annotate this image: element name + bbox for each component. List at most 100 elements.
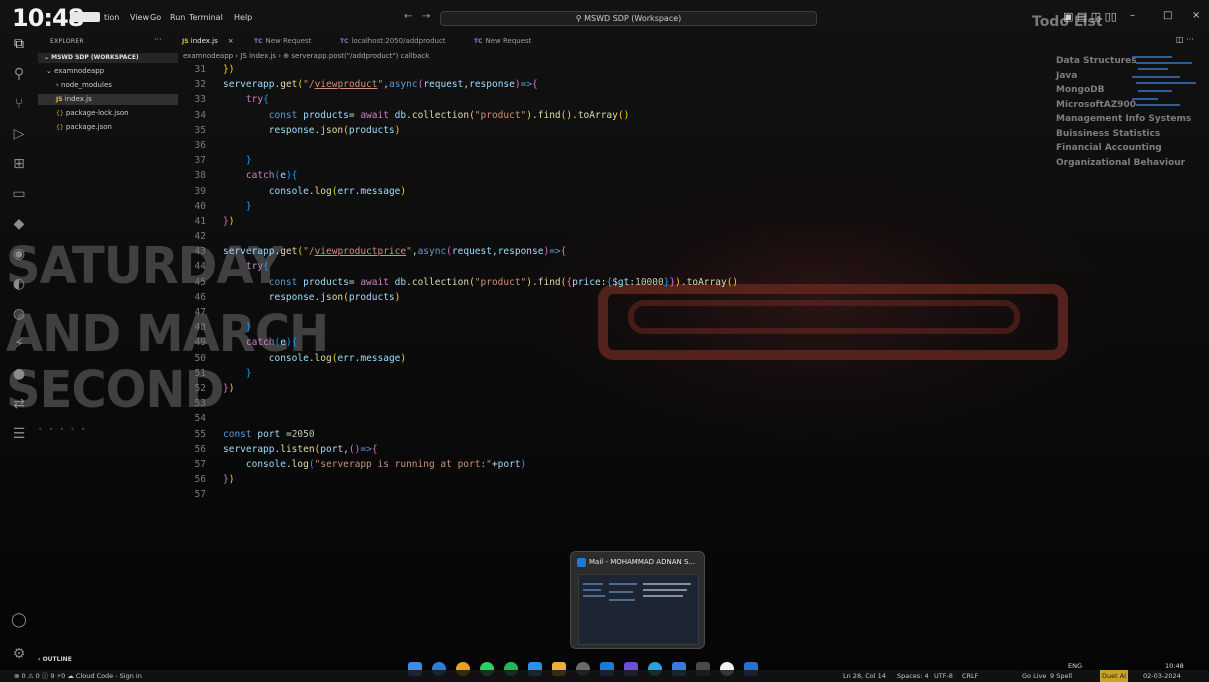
extensions-icon[interactable]: ⊞ bbox=[11, 156, 27, 172]
line-number: 45 bbox=[194, 276, 206, 288]
todo-item[interactable]: Organizational Behaviour bbox=[1056, 156, 1191, 171]
code-line: 56}) bbox=[180, 472, 1060, 487]
back-arrow-icon[interactable]: ← bbox=[404, 11, 412, 22]
line-number: 57 bbox=[194, 489, 206, 501]
line-number: 31 bbox=[194, 64, 206, 75]
forward-arrow-icon[interactable]: → bbox=[422, 11, 430, 22]
tab-new-request-2[interactable]: TC New Request bbox=[474, 33, 531, 49]
tree-item-package-lock[interactable]: {} package-lock.json bbox=[56, 108, 178, 119]
code-line: 46 response.json(products) bbox=[180, 290, 1060, 305]
layout-icons[interactable]: ▣ ▤ ◫ ▯▯ bbox=[1063, 10, 1117, 23]
tab-new-request[interactable]: TC New Request bbox=[254, 33, 311, 49]
status-cursor-position[interactable]: Ln 28, Col 14 bbox=[843, 670, 886, 682]
clock-toggle-icon bbox=[70, 12, 100, 22]
tree-item-package-json[interactable]: {} package.json bbox=[56, 122, 178, 133]
tree-item-node-modules[interactable]: › node_modules bbox=[56, 80, 178, 91]
search-icon[interactable]: ⚲ bbox=[11, 66, 27, 82]
mongodb-icon[interactable]: ◐ bbox=[11, 276, 27, 292]
menu-terminal[interactable]: Terminal bbox=[189, 13, 223, 22]
status-indentation[interactable]: Spaces: 4 bbox=[897, 670, 929, 682]
code-line: 34 const products= await db.collection("… bbox=[180, 108, 1060, 123]
status-eol[interactable]: CRLF bbox=[962, 670, 978, 682]
tree-item-index-js[interactable]: JS index.js bbox=[38, 94, 178, 105]
language-indicator[interactable]: ENG bbox=[1068, 660, 1082, 672]
code-line: 55 const port =2050 bbox=[180, 427, 1060, 442]
tab-label: New Request bbox=[485, 37, 532, 45]
tree-item-label: examnodeapp bbox=[54, 67, 105, 75]
source-control-icon[interactable]: ⑂ bbox=[11, 96, 27, 112]
cloud-code-icon[interactable]: ◉ bbox=[11, 246, 27, 262]
gitlens-icon[interactable]: ◍ bbox=[11, 306, 27, 322]
line-number: 33 bbox=[194, 94, 206, 106]
github-icon[interactable]: ● bbox=[11, 366, 27, 382]
line-number: 56 bbox=[194, 443, 206, 455]
tree-item-label: index.js bbox=[64, 95, 92, 103]
tab-close-icon[interactable]: × bbox=[228, 37, 234, 45]
todo-item[interactable]: Financial Accounting bbox=[1056, 141, 1191, 156]
menu-go[interactable]: Go bbox=[150, 13, 161, 22]
outline-section[interactable]: › OUTLINE bbox=[38, 656, 178, 663]
tab-index-js[interactable]: JS index.js × bbox=[182, 33, 234, 49]
line-number: 38 bbox=[194, 170, 206, 182]
code-line: 47 bbox=[180, 305, 1060, 320]
thunder-client-icon: TC bbox=[254, 38, 263, 45]
code-text: console.log(err.message) bbox=[268, 185, 407, 197]
status-duet-ai[interactable]: Duet AI bbox=[1100, 670, 1129, 682]
maximize-button[interactable]: □ bbox=[1163, 10, 1172, 21]
account-icon[interactable]: ◯ bbox=[11, 612, 27, 628]
breadcrumb[interactable]: examnodeapp › JS index.js › ⊕ serverapp.… bbox=[183, 52, 429, 60]
line-number: 42 bbox=[194, 231, 206, 243]
notes-icon[interactable]: ☰ bbox=[11, 426, 27, 442]
todo-item[interactable]: Buissiness Statistics bbox=[1056, 127, 1191, 142]
menu-run[interactable]: Run bbox=[170, 13, 185, 22]
status-bar: ⊗ 0 ⚠ 0 ⓘ 9 ⚡0 ☁ Cloud Code - Sign in Ln… bbox=[0, 670, 1209, 682]
explorer-more-button[interactable]: ··· bbox=[154, 35, 162, 44]
line-number: 32 bbox=[194, 79, 206, 91]
live-share-icon[interactable]: ⇄ bbox=[11, 396, 27, 412]
settings-gear-icon[interactable]: ⚙ bbox=[11, 646, 27, 662]
explorer-icon[interactable]: ⧉ bbox=[11, 36, 27, 52]
line-number: 39 bbox=[194, 185, 206, 197]
line-number: 40 bbox=[194, 200, 206, 212]
outlook-mail-icon bbox=[577, 558, 586, 567]
workspace-folder[interactable]: ⌄ MSWD SDP (WORKSPACE) bbox=[38, 53, 178, 63]
minimize-button[interactable]: – bbox=[1130, 10, 1135, 21]
status-problems[interactable]: ⊗ 0 ⚠ 0 ⓘ 9 ⚡0 ☁ Cloud Code - Sign in bbox=[14, 670, 142, 682]
line-number: 49 bbox=[194, 337, 206, 349]
docker-icon[interactable]: ◆ bbox=[11, 216, 27, 232]
thunder-client-icon: TC bbox=[340, 38, 349, 45]
line-number: 47 bbox=[194, 307, 206, 318]
explorer-panel: EXPLORER ··· ⌄ MSWD SDP (WORKSPACE) ⌄ ex… bbox=[38, 30, 178, 666]
line-number: 41 bbox=[194, 215, 206, 227]
mail-preview-window[interactable]: Mail - MOHAMMAD ADNAN S... bbox=[570, 551, 705, 649]
code-line: 40 } bbox=[180, 199, 1060, 214]
close-button[interactable]: × bbox=[1192, 10, 1200, 21]
code-line: 37 } bbox=[180, 153, 1060, 168]
line-number: 44 bbox=[194, 261, 206, 273]
minimap[interactable] bbox=[1128, 52, 1198, 118]
line-number: 55 bbox=[194, 428, 206, 440]
menu-help[interactable]: Help bbox=[234, 13, 252, 22]
mail-thumbnail bbox=[578, 574, 699, 645]
run-debug-icon[interactable]: ▷ bbox=[11, 126, 27, 142]
menu-selection[interactable]: tion bbox=[104, 13, 119, 22]
code-line: 36 bbox=[180, 138, 1060, 153]
code-text: }) bbox=[223, 382, 235, 394]
status-go-live[interactable]: Go Live bbox=[1022, 670, 1046, 682]
code-editor[interactable]: 31}) 32 serverapp.get("/viewproduct",asyn… bbox=[180, 62, 1060, 502]
system-clock[interactable]: 10:48 bbox=[1165, 660, 1184, 672]
code-line: 54 bbox=[180, 411, 1060, 426]
tab-addproduct-request[interactable]: TC localhost:2050/addproduct bbox=[340, 33, 446, 49]
code-text: catch(e){ bbox=[245, 337, 298, 349]
tree-item-examnodeapp[interactable]: ⌄ examnodeapp bbox=[46, 66, 178, 77]
line-number: 57 bbox=[194, 458, 206, 470]
remote-explorer-icon[interactable]: ▭ bbox=[11, 186, 27, 202]
editor-actions[interactable]: ◫ ··· bbox=[1176, 35, 1194, 44]
code-line: 57 bbox=[180, 487, 1060, 502]
status-encoding[interactable]: UTF-8 bbox=[934, 670, 953, 682]
menu-view[interactable]: View bbox=[130, 13, 149, 22]
thunder-client-icon[interactable]: ⚡ bbox=[11, 336, 27, 352]
command-center[interactable]: ⚲ MSWD SDP (Workspace) bbox=[440, 11, 817, 26]
code-text: } bbox=[245, 155, 252, 167]
editor-tabs: JS index.js × TC New Request TC localhost:2… bbox=[178, 33, 1209, 49]
